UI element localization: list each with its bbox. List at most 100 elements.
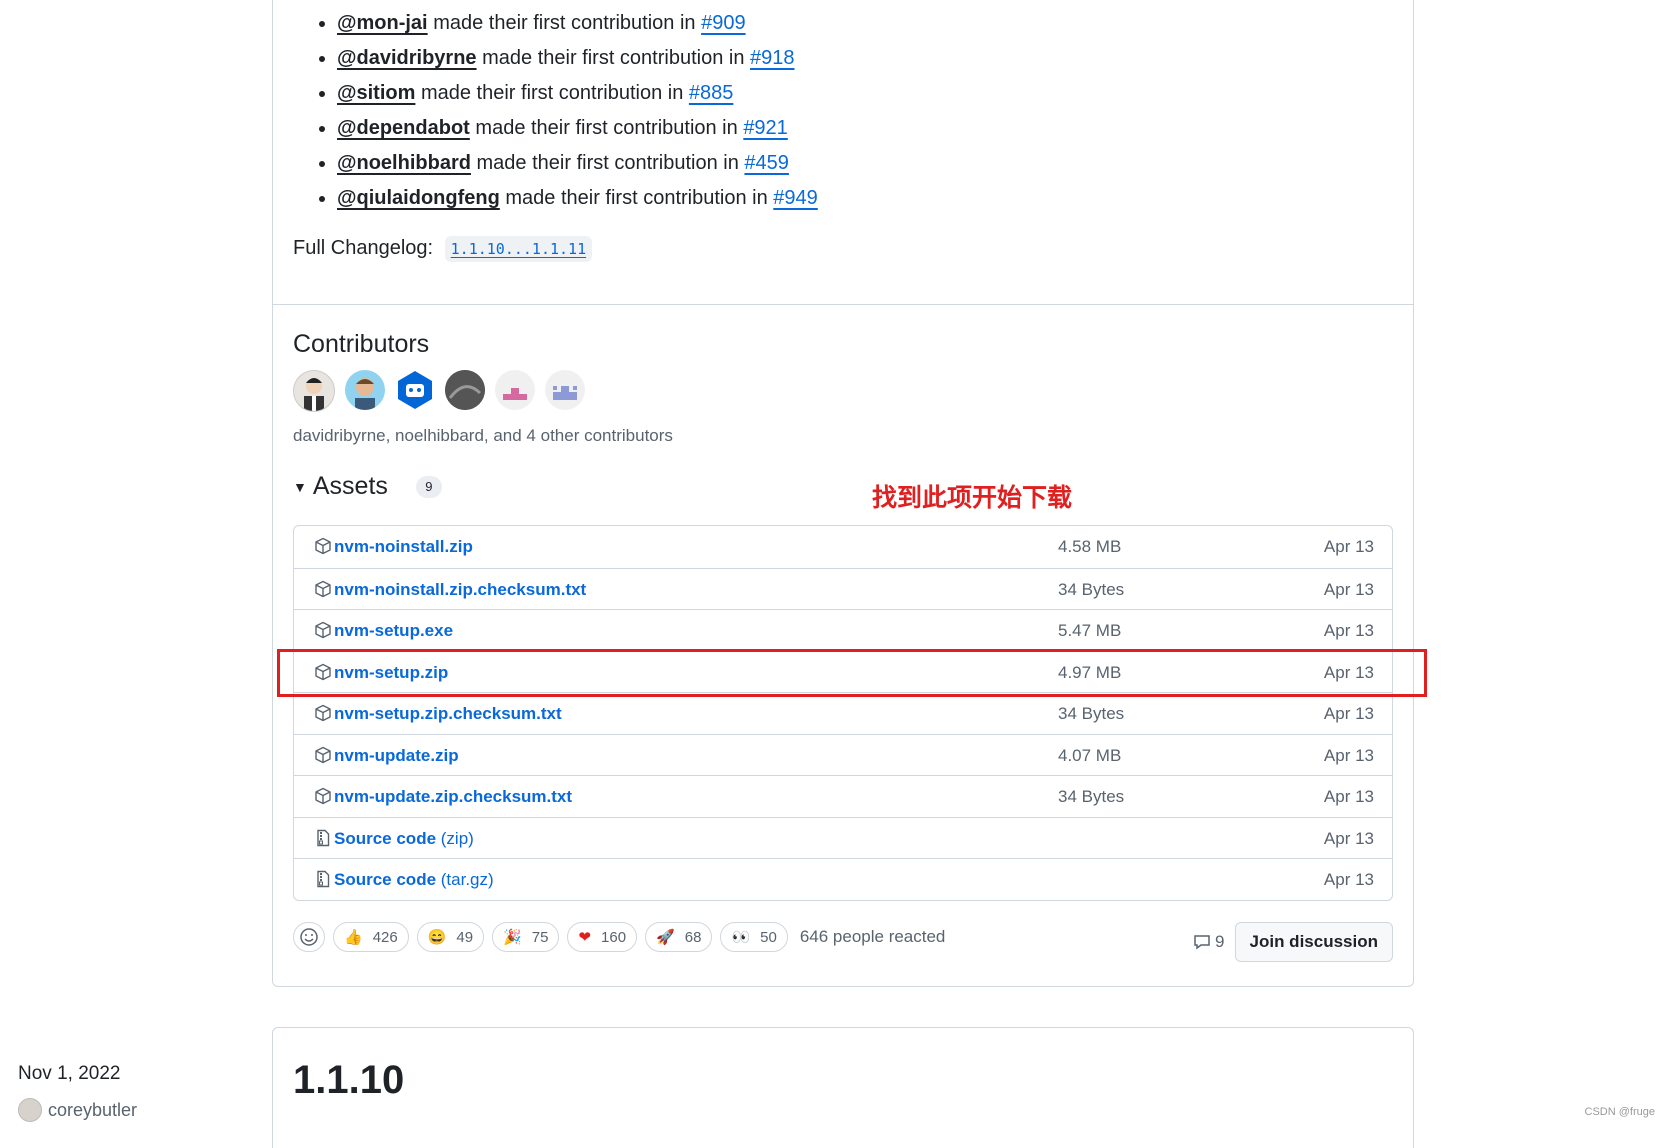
- file-zip-icon: [317, 870, 330, 888]
- avatar: [18, 1098, 42, 1122]
- reaction-button[interactable]: 🎉 75: [492, 922, 560, 952]
- asset-download-link[interactable]: nvm-setup.exe: [334, 621, 453, 641]
- join-discussion-button[interactable]: Join discussion: [1234, 922, 1393, 962]
- pull-request-link[interactable]: #909: [701, 12, 746, 34]
- reaction-button[interactable]: 👀 50: [720, 922, 788, 952]
- reaction-count: 426: [372, 928, 398, 946]
- contributor-avatar[interactable]: [395, 370, 435, 410]
- next-release-card: 1.1.10: [272, 1027, 1414, 1148]
- changelog-link[interactable]: 1.1.10...1.1.11: [444, 236, 593, 262]
- asset-download-link[interactable]: nvm-noinstall.zip.checksum.txt: [334, 580, 586, 600]
- reaction-count: 50: [760, 928, 777, 946]
- asset-download-link[interactable]: nvm-setup.zip.checksum.txt: [334, 704, 562, 724]
- contributor-link[interactable]: @qiulaidongfeng: [337, 187, 500, 209]
- asset-row: nvm-noinstall.zip.checksum.txt 34 Bytes Ap…: [294, 567, 1392, 610]
- reaction-button[interactable]: 👍 426: [333, 922, 409, 952]
- asset-date: Apr 13: [1323, 704, 1374, 723]
- asset-download-link[interactable]: nvm-update.zip: [334, 746, 459, 766]
- contributor-avatars: [293, 370, 585, 412]
- contribution-item: @davidribyrne made their first contribut…: [337, 41, 818, 76]
- contribution-text: made their first contribution in: [420, 82, 684, 104]
- asset-suffix: (zip): [436, 828, 474, 848]
- contribution-item: @qiulaidongfeng made their first contrib…: [337, 181, 818, 216]
- asset-size: 5.47 MB: [1058, 621, 1122, 640]
- asset-row: nvm-setup.exe 5.47 MB Apr 13: [294, 609, 1392, 651]
- asset-date: Apr 13: [1323, 745, 1374, 765]
- reaction-button[interactable]: ❤ 160: [567, 922, 638, 952]
- asset-name: Source code: [334, 870, 437, 889]
- assets-count-badge: 9: [415, 475, 442, 498]
- comment-count[interactable]: 9: [1193, 932, 1225, 952]
- full-changelog: Full Changelog: 1.1.10...1.1.11: [293, 236, 593, 262]
- pull-request-link[interactable]: #459: [744, 152, 789, 174]
- reaction-count: 68: [684, 928, 702, 946]
- asset-download-link[interactable]: nvm-update.zip.checksum.txt: [334, 787, 572, 807]
- reaction-button[interactable]: 😄 49: [416, 922, 485, 952]
- asset-name: nvm-update.zip: [334, 745, 459, 765]
- reaction-button[interactable]: 🚀 68: [645, 922, 713, 952]
- contribution-item: @dependabot made their first contributio…: [337, 111, 818, 146]
- release-version[interactable]: 1.1.10: [293, 1058, 404, 1103]
- contributor-link[interactable]: @mon-jai: [337, 12, 428, 34]
- contributor-link[interactable]: @sitiom: [337, 82, 415, 104]
- release-author[interactable]: coreybutler: [18, 1098, 137, 1122]
- contributor-avatar[interactable]: [345, 370, 385, 410]
- contributor-avatar[interactable]: [445, 370, 485, 410]
- asset-size: 34 Bytes: [1058, 579, 1125, 599]
- reactions-bar: 👍 426 😄 49 🎉 75 ❤ 160 🚀 68 👀 50 646 people reacted: [293, 922, 945, 952]
- asset-download-link[interactable]: Source code (tar.gz): [334, 870, 494, 890]
- asset-name: nvm-update.zip.checksum.txt: [334, 787, 573, 806]
- package-icon: [315, 537, 331, 555]
- reaction-count: 49: [456, 928, 474, 946]
- contributor-link[interactable]: @dependabot: [337, 117, 470, 139]
- contribution-text: made their first contribution in: [505, 187, 768, 209]
- asset-name: nvm-setup.zip.checksum.txt: [334, 704, 562, 723]
- triangle-down-icon: ▼: [293, 478, 307, 495]
- reaction-emoji-icon: 👍: [344, 929, 363, 946]
- pull-request-link[interactable]: #949: [773, 187, 818, 209]
- pull-request-link[interactable]: #921: [743, 117, 788, 139]
- reaction-emoji-icon: 👀: [731, 929, 751, 946]
- asset-row: nvm-noinstall.zip 4.58 MB Apr 13: [294, 526, 1392, 568]
- package-icon: [315, 621, 331, 639]
- contribution-text: made their first contribution in: [476, 152, 739, 174]
- asset-size: 4.07 MB: [1058, 745, 1122, 765]
- asset-row: nvm-update.zip.checksum.txt 34 Bytes Apr 1…: [294, 775, 1392, 817]
- annotation-highlight-box: [277, 649, 1427, 697]
- pull-request-link[interactable]: #918: [750, 47, 795, 69]
- asset-size: 4.58 MB: [1058, 537, 1122, 556]
- assets-toggle[interactable]: ▼ Assets 9: [293, 472, 442, 501]
- reaction-count: 160: [601, 928, 627, 946]
- asset-row: Source code (zip) Apr 13: [294, 816, 1392, 859]
- release-date: Nov 1, 2022: [18, 1063, 121, 1084]
- package-icon: [315, 746, 331, 763]
- asset-name: nvm-setup.exe: [334, 621, 454, 640]
- release-author-name: coreybutler: [48, 1099, 138, 1120]
- asset-name: Source code: [334, 828, 437, 848]
- reactions-summary: 646 people reacted: [799, 927, 946, 946]
- pull-request-link[interactable]: #885: [689, 82, 734, 104]
- add-reaction-button[interactable]: [293, 922, 325, 952]
- asset-date: Apr 13: [1323, 537, 1374, 556]
- reaction-emoji-icon: 😄: [427, 929, 447, 946]
- asset-row: Source code (tar.gz) Apr 13: [294, 858, 1392, 900]
- contributor-avatar[interactable]: [293, 370, 335, 412]
- reaction-emoji-icon: 🚀: [656, 929, 675, 946]
- contribution-text: made their first contribution in: [475, 117, 738, 139]
- asset-download-link[interactable]: nvm-noinstall.zip: [334, 537, 473, 557]
- watermark: CSDN @fruge: [1584, 1106, 1655, 1118]
- assets-heading: Assets: [312, 472, 388, 500]
- assets-list: nvm-noinstall.zip 4.58 MB Apr 13 nvm-noinst…: [293, 525, 1393, 901]
- asset-suffix: (tar.gz): [436, 870, 494, 889]
- smiley-icon: [300, 928, 318, 946]
- asset-date: Apr 13: [1323, 621, 1374, 640]
- contributor-avatar[interactable]: [545, 370, 585, 410]
- asset-download-link[interactable]: Source code (zip): [334, 829, 474, 849]
- contribution-item: @mon-jai made their first contribution i…: [337, 6, 818, 41]
- contributor-link[interactable]: @noelhibbard: [337, 152, 471, 174]
- asset-row: nvm-setup.zip.checksum.txt 34 Bytes Apr 13: [294, 692, 1392, 734]
- asset-row: nvm-update.zip 4.07 MB Apr 13: [294, 733, 1392, 776]
- contributor-link[interactable]: @davidribyrne: [337, 47, 477, 69]
- contributor-avatar[interactable]: [495, 370, 535, 410]
- annotation-label: 找到此项开始下载: [872, 484, 1073, 512]
